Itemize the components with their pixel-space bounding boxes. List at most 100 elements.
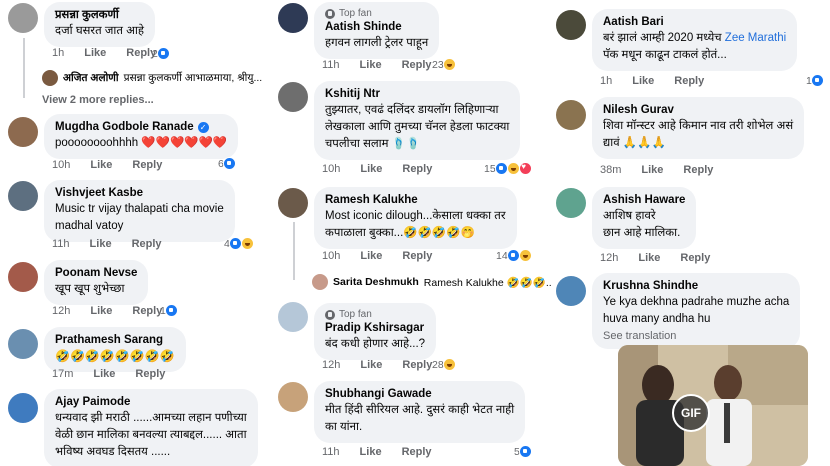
like-button[interactable]: Like bbox=[360, 446, 382, 458]
gif-play-button[interactable]: GIF bbox=[672, 394, 710, 432]
view-more-replies-link[interactable]: View 2 more replies... bbox=[42, 94, 154, 106]
commenter-name[interactable]: Vishvjeet Kasbe bbox=[55, 186, 224, 201]
reply-button[interactable]: Reply bbox=[132, 305, 162, 317]
comment-time[interactable]: 1h bbox=[600, 75, 612, 87]
reply-button[interactable]: Reply bbox=[402, 59, 432, 71]
gif-attachment[interactable]: GIF bbox=[618, 345, 808, 466]
commenter-name[interactable]: Ashish Haware bbox=[603, 193, 685, 208]
commenter-name[interactable]: Nilesh Gurav bbox=[603, 103, 793, 118]
avatar[interactable] bbox=[556, 10, 586, 40]
like-button[interactable]: Like bbox=[84, 47, 106, 59]
commenter-name[interactable]: Pradip Kshirsagar bbox=[325, 321, 425, 336]
reply-preview[interactable]: Sarita Deshmukh Ramesh Kalukhe 🤣🤣🤣... bbox=[312, 274, 552, 290]
reply-button[interactable]: Reply bbox=[683, 164, 713, 176]
page-mention-link[interactable]: Zee Marathi bbox=[725, 32, 786, 44]
reaction-summary[interactable]: 2 bbox=[152, 47, 170, 60]
avatar[interactable] bbox=[8, 181, 38, 211]
reply-button[interactable]: Reply bbox=[402, 250, 432, 262]
like-button[interactable]: Like bbox=[90, 159, 112, 171]
reaction-count: 15 bbox=[484, 162, 496, 175]
reaction-summary[interactable]: 6 bbox=[218, 157, 236, 170]
comment-time[interactable]: 11h bbox=[322, 446, 340, 458]
reply-preview[interactable]: अजित अलोणी प्रसन्ना कुलकर्णी आभाळमाया, श… bbox=[42, 70, 262, 86]
avatar[interactable] bbox=[278, 188, 308, 218]
comment-time[interactable]: 10h bbox=[322, 250, 340, 262]
like-button[interactable]: Like bbox=[360, 163, 382, 175]
reaction-summary[interactable]: 15 bbox=[484, 162, 532, 175]
commenter-name-text[interactable]: Mugdha Godbole Ranade bbox=[55, 120, 194, 135]
comment-time[interactable]: 12h bbox=[600, 252, 618, 264]
comment-time[interactable]: 12h bbox=[322, 359, 340, 371]
like-button[interactable]: Like bbox=[641, 164, 663, 176]
see-translation-link[interactable]: See translation bbox=[603, 330, 789, 342]
reply-button[interactable]: Reply bbox=[402, 359, 432, 371]
comment-time[interactable]: 38m bbox=[600, 164, 621, 176]
comment-time[interactable]: 1h bbox=[52, 47, 64, 59]
comment-bubble: प्रसन्ना कुलकर्णी दर्जा घसरत जात आहे bbox=[44, 2, 155, 47]
avatar[interactable] bbox=[8, 3, 38, 33]
avatar[interactable] bbox=[278, 82, 308, 112]
comment-time[interactable]: 11h bbox=[52, 238, 70, 250]
avatar[interactable] bbox=[556, 188, 586, 218]
like-button[interactable]: Like bbox=[90, 238, 112, 250]
reaction-summary[interactable]: 1 bbox=[160, 304, 178, 317]
commenter-name[interactable]: Mugdha Godbole Ranade ✓ bbox=[55, 120, 227, 135]
comment-time[interactable]: 10h bbox=[52, 159, 70, 171]
comment-time[interactable]: 12h bbox=[52, 305, 70, 317]
reply-author[interactable]: Sarita Deshmukh bbox=[333, 276, 419, 288]
like-button[interactable]: Like bbox=[360, 359, 382, 371]
commenter-name[interactable]: Aatish Shinde bbox=[325, 20, 428, 35]
like-button[interactable]: Like bbox=[360, 59, 382, 71]
avatar[interactable] bbox=[278, 302, 308, 332]
comment-time[interactable]: 17m bbox=[52, 368, 73, 380]
commenter-name[interactable]: Ajay Paimode bbox=[55, 395, 247, 410]
comment-actions: 17m Like Reply bbox=[52, 368, 165, 380]
commenter-name[interactable]: Aatish Bari bbox=[603, 15, 786, 30]
avatar[interactable] bbox=[8, 393, 38, 423]
commenter-name[interactable]: Poonam Nevse bbox=[55, 266, 137, 281]
reaction-summary[interactable]: 1 bbox=[806, 74, 824, 87]
reply-button[interactable]: Reply bbox=[132, 238, 162, 250]
reply-button[interactable]: Reply bbox=[132, 159, 162, 171]
avatar[interactable] bbox=[8, 329, 38, 359]
love-reaction-icon bbox=[518, 162, 532, 175]
like-button[interactable]: Like bbox=[93, 368, 115, 380]
reaction-summary[interactable]: 23 bbox=[432, 58, 456, 71]
like-button[interactable]: Like bbox=[632, 75, 654, 87]
commenter-name[interactable]: प्रसन्ना कुलकर्णी bbox=[55, 8, 144, 23]
comment-actions: 11h Like Reply bbox=[322, 59, 432, 71]
commenter-name[interactable]: Shubhangi Gawade bbox=[325, 387, 514, 402]
reply-button[interactable]: Reply bbox=[402, 163, 432, 175]
comment-time[interactable]: 11h bbox=[322, 59, 340, 71]
comment-bubble: Prathamesh Sarang 🤣🤣🤣🤣🤣🤣🤣🤣 bbox=[44, 327, 186, 372]
avatar[interactable] bbox=[8, 262, 38, 292]
avatar[interactable] bbox=[8, 117, 38, 147]
comment-text: मीत हिंदी सीरियल आहे. दुसरं काही भेटत ना… bbox=[325, 404, 515, 433]
reaction-summary[interactable]: 5 bbox=[514, 445, 532, 458]
commenter-name[interactable]: Kshitij Ntr bbox=[325, 87, 509, 102]
reply-author[interactable]: अजित अलोणी bbox=[63, 71, 119, 85]
reaction-count: 28 bbox=[432, 358, 444, 371]
like-button[interactable]: Like bbox=[638, 252, 660, 264]
reply-button[interactable]: Reply bbox=[135, 368, 165, 380]
commenter-name[interactable]: Prathamesh Sarang bbox=[55, 333, 175, 348]
avatar[interactable] bbox=[278, 382, 308, 412]
avatar bbox=[312, 274, 328, 290]
comment-bubble: Poonam Nevse खूप खूप शुभेच्छा bbox=[44, 260, 149, 305]
reaction-summary[interactable]: 28 bbox=[432, 358, 456, 371]
commenter-name[interactable]: Krushna Shindhe bbox=[603, 279, 789, 294]
avatar[interactable] bbox=[556, 276, 586, 306]
avatar[interactable] bbox=[556, 100, 586, 130]
like-button[interactable]: Like bbox=[90, 305, 112, 317]
like-button[interactable]: Like bbox=[360, 250, 382, 262]
reply-button[interactable]: Reply bbox=[680, 252, 710, 264]
commenter-name[interactable]: Ramesh Kalukhe bbox=[325, 193, 506, 208]
reaction-summary[interactable]: 4 bbox=[224, 237, 254, 250]
reply-button[interactable]: Reply bbox=[674, 75, 704, 87]
reaction-summary[interactable]: 14 bbox=[496, 249, 532, 262]
haha-reaction-icon bbox=[506, 162, 520, 175]
reply-button[interactable]: Reply bbox=[402, 446, 432, 458]
comment-time[interactable]: 10h bbox=[322, 163, 340, 175]
badge-icon bbox=[325, 8, 335, 19]
avatar[interactable] bbox=[278, 3, 308, 33]
